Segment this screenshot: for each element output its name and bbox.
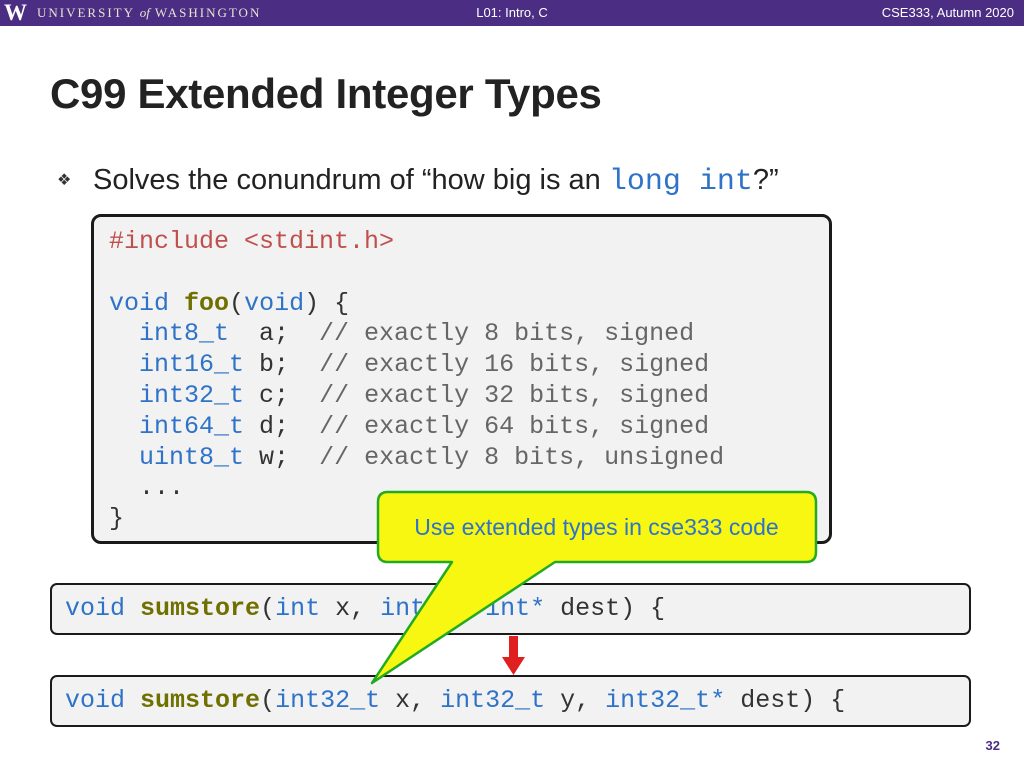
signature-token: int bbox=[380, 594, 426, 623]
code-token: } bbox=[109, 504, 125, 534]
code-line: int32_t c; // exactly 32 bits, signed bbox=[109, 381, 724, 412]
page-number: 32 bbox=[985, 738, 1000, 753]
bullet-text-before: Solves the conundrum of “how big is an bbox=[93, 164, 609, 196]
code-lines: #include <stdint.h> void foo(void) { int8… bbox=[109, 227, 724, 535]
code-token: ... bbox=[109, 473, 185, 503]
signature-token: sumstore bbox=[140, 686, 261, 715]
code-line: int8_t a; // exactly 8 bits, signed bbox=[109, 319, 724, 350]
code-token: foo bbox=[184, 288, 230, 318]
signature-token: void bbox=[65, 686, 126, 715]
signature-before-box: void sumstore(int x, int y, int* dest) { bbox=[50, 583, 971, 635]
signature-token: int32_t* bbox=[605, 686, 726, 715]
code-token: a; bbox=[229, 319, 320, 349]
signature-token: void bbox=[65, 594, 126, 623]
code-token: // exactly 8 bits, signed bbox=[319, 319, 695, 349]
code-line: int64_t d; // exactly 64 bits, signed bbox=[109, 412, 724, 443]
code-line: ... bbox=[109, 473, 724, 504]
code-token: int16_t bbox=[139, 350, 245, 380]
red-arrow-shaft bbox=[509, 636, 518, 658]
lecture-label: L01: Intro, C bbox=[476, 5, 548, 20]
signature-token: int32_t bbox=[275, 686, 381, 715]
signature-token: ( bbox=[260, 686, 276, 715]
code-token: int32_t bbox=[139, 380, 245, 410]
code-line: #include <stdint.h> bbox=[109, 227, 724, 258]
course-label: CSE333, Autumn 2020 bbox=[881, 5, 1014, 20]
signature-token: y, bbox=[545, 686, 606, 715]
signature-after-box: void sumstore(int32_t x, int32_t y, int3… bbox=[50, 675, 971, 727]
slide-header-bar: W UNIVERSITY of WASHINGTON L01: Intro, C… bbox=[0, 0, 1024, 26]
code-token: d; bbox=[244, 411, 320, 441]
signature-token: int bbox=[275, 594, 321, 623]
code-token: ) { bbox=[304, 288, 350, 318]
bullet-text: Solves the conundrum of “how big is an l… bbox=[93, 160, 779, 202]
red-arrow-head bbox=[502, 657, 525, 675]
signature-token bbox=[125, 686, 140, 715]
code-token: w; bbox=[244, 442, 320, 472]
code-token: // exactly 8 bits, unsigned bbox=[319, 442, 725, 472]
signature-token: ( bbox=[260, 594, 276, 623]
signature-token: y, bbox=[425, 594, 486, 623]
signature-token: x, bbox=[320, 594, 381, 623]
signature-token: sumstore bbox=[140, 594, 261, 623]
code-token: uint8_t bbox=[139, 442, 245, 472]
code-token: void bbox=[244, 288, 305, 318]
signature-token: int32_t bbox=[440, 686, 546, 715]
code-token: int64_t bbox=[139, 411, 245, 441]
code-block: #include <stdint.h> void foo(void) { int8… bbox=[91, 214, 832, 544]
code-line: int16_t b; // exactly 16 bits, signed bbox=[109, 350, 724, 381]
code-token: #include <stdint.h> bbox=[109, 227, 395, 256]
code-token: int8_t bbox=[139, 319, 230, 349]
signature-token: dest) { bbox=[545, 594, 666, 623]
signature-token: int* bbox=[485, 594, 546, 623]
code-line: } bbox=[109, 504, 724, 535]
signature-token: dest) { bbox=[725, 686, 846, 715]
diamond-bullet-icon: ❖ bbox=[57, 172, 72, 189]
code-token: b; bbox=[244, 350, 320, 380]
signature-token: x, bbox=[380, 686, 441, 715]
code-token: ( bbox=[229, 288, 245, 318]
signature-token bbox=[125, 594, 140, 623]
code-token: c; bbox=[244, 380, 320, 410]
code-line: void foo(void) { bbox=[109, 289, 724, 320]
code-token: // exactly 64 bits, signed bbox=[319, 411, 710, 441]
code-token: // exactly 32 bits, signed bbox=[319, 380, 710, 410]
bullet-inline-code: long int bbox=[608, 165, 753, 199]
signature-after-code: void sumstore(int32_t x, int32_t y, int3… bbox=[65, 685, 845, 717]
signature-before-code: void sumstore(int x, int y, int* dest) { bbox=[65, 593, 665, 625]
code-token: void bbox=[109, 288, 170, 318]
code-token: // exactly 16 bits, signed bbox=[319, 350, 710, 380]
bullet-text-after: ?” bbox=[752, 164, 779, 196]
code-line: uint8_t w; // exactly 8 bits, unsigned bbox=[109, 443, 724, 474]
slide-title: C99 Extended Integer Types bbox=[50, 70, 602, 117]
